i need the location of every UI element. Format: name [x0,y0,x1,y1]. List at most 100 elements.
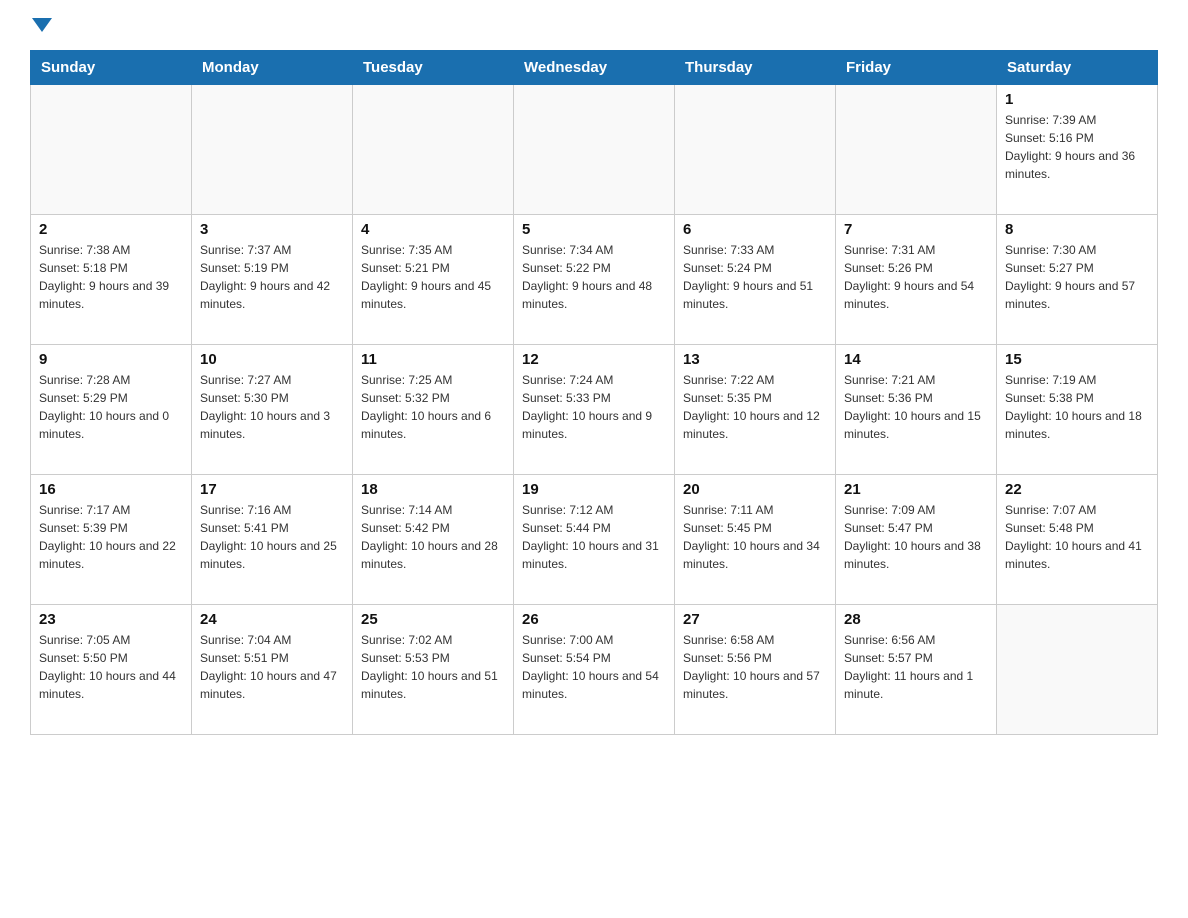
day-info: Sunrise: 7:27 AMSunset: 5:30 PMDaylight:… [200,371,344,443]
calendar-day-cell: 25 Sunrise: 7:02 AMSunset: 5:53 PMDayligh… [353,605,514,735]
calendar-day-cell: 6 Sunrise: 7:33 AMSunset: 5:24 PMDaylight… [675,215,836,345]
calendar-day-cell [353,85,514,215]
calendar-day-cell: 2 Sunrise: 7:38 AMSunset: 5:18 PMDaylight… [31,215,192,345]
day-number: 14 [844,351,988,368]
weekday-header-wednesday: Wednesday [514,51,675,85]
calendar-day-cell [192,85,353,215]
calendar-day-cell: 12 Sunrise: 7:24 AMSunset: 5:33 PMDayligh… [514,345,675,475]
page-header [30,20,1158,34]
weekday-header-row: SundayMondayTuesdayWednesdayThursdayFrid… [31,51,1158,85]
calendar-header: SundayMondayTuesdayWednesdayThursdayFrid… [31,51,1158,85]
day-info: Sunrise: 6:58 AMSunset: 5:56 PMDaylight:… [683,631,827,703]
logo-triangle-icon [32,18,52,32]
calendar-day-cell: 23 Sunrise: 7:05 AMSunset: 5:50 PMDayligh… [31,605,192,735]
day-number: 26 [522,611,666,628]
calendar-day-cell: 3Sunrise: 7:37 AMSunset: 5:19 PMDaylight… [192,215,353,345]
calendar-day-cell: 26 Sunrise: 7:00 AMSunset: 5:54 PMDayligh… [514,605,675,735]
day-number: 25 [361,611,505,628]
day-info: Sunrise: 7:30 AMSunset: 5:27 PMDaylight:… [1005,241,1149,313]
day-number: 22 [1005,481,1149,498]
day-info: Sunrise: 7:25 AMSunset: 5:32 PMDaylight:… [361,371,505,443]
day-info: Sunrise: 7:16 AMSunset: 5:41 PMDaylight:… [200,501,344,573]
day-number: 11 [361,351,505,368]
day-info: Sunrise: 7:19 AMSunset: 5:38 PMDaylight:… [1005,371,1149,443]
calendar-day-cell: 27Sunrise: 6:58 AMSunset: 5:56 PMDayligh… [675,605,836,735]
calendar-table: SundayMondayTuesdayWednesdayThursdayFrid… [30,50,1158,735]
weekday-header-monday: Monday [192,51,353,85]
day-info: Sunrise: 7:34 AMSunset: 5:22 PMDaylight:… [522,241,666,313]
day-info: Sunrise: 7:17 AMSunset: 5:39 PMDaylight:… [39,501,183,573]
day-number: 28 [844,611,988,628]
calendar-day-cell: 28 Sunrise: 6:56 AMSunset: 5:57 PMDayligh… [836,605,997,735]
day-info: Sunrise: 7:31 AMSunset: 5:26 PMDaylight:… [844,241,988,313]
day-info: Sunrise: 7:35 AMSunset: 5:21 PMDaylight:… [361,241,505,313]
day-number: 19 [522,481,666,498]
calendar-day-cell: 18 Sunrise: 7:14 AMSunset: 5:42 PMDayligh… [353,475,514,605]
weekday-header-thursday: Thursday [675,51,836,85]
day-number: 2 [39,221,183,238]
day-info: Sunrise: 7:00 AMSunset: 5:54 PMDaylight:… [522,631,666,703]
day-number: 7 [844,221,988,238]
calendar-day-cell: 22Sunrise: 7:07 AMSunset: 5:48 PMDayligh… [997,475,1158,605]
calendar-day-cell: 24 Sunrise: 7:04 AMSunset: 5:51 PMDayligh… [192,605,353,735]
day-number: 12 [522,351,666,368]
day-number: 21 [844,481,988,498]
day-number: 9 [39,351,183,368]
calendar-day-cell: 5 Sunrise: 7:34 AMSunset: 5:22 PMDaylight… [514,215,675,345]
day-number: 16 [39,481,183,498]
weekday-header-saturday: Saturday [997,51,1158,85]
calendar-day-cell [836,85,997,215]
calendar-day-cell: 21 Sunrise: 7:09 AMSunset: 5:47 PMDayligh… [836,475,997,605]
calendar-day-cell: 17Sunrise: 7:16 AMSunset: 5:41 PMDayligh… [192,475,353,605]
day-info: Sunrise: 7:21 AMSunset: 5:36 PMDaylight:… [844,371,988,443]
day-info: Sunrise: 7:28 AMSunset: 5:29 PMDaylight:… [39,371,183,443]
day-info: Sunrise: 6:56 AMSunset: 5:57 PMDaylight:… [844,631,988,703]
day-number: 15 [1005,351,1149,368]
calendar-day-cell: 10 Sunrise: 7:27 AMSunset: 5:30 PMDayligh… [192,345,353,475]
calendar-day-cell: 19Sunrise: 7:12 AMSunset: 5:44 PMDayligh… [514,475,675,605]
calendar-day-cell [31,85,192,215]
day-info: Sunrise: 7:33 AMSunset: 5:24 PMDaylight:… [683,241,827,313]
calendar-day-cell: 9 Sunrise: 7:28 AMSunset: 5:29 PMDaylight… [31,345,192,475]
day-number: 18 [361,481,505,498]
calendar-day-cell [514,85,675,215]
day-info: Sunrise: 7:39 AMSunset: 5:16 PMDaylight:… [1005,111,1149,183]
day-info: Sunrise: 7:22 AMSunset: 5:35 PMDaylight:… [683,371,827,443]
calendar-day-cell [675,85,836,215]
day-number: 5 [522,221,666,238]
day-number: 8 [1005,221,1149,238]
calendar-day-cell: 14 Sunrise: 7:21 AMSunset: 5:36 PMDayligh… [836,345,997,475]
day-number: 4 [361,221,505,238]
day-number: 10 [200,351,344,368]
calendar-day-cell: 13 Sunrise: 7:22 AMSunset: 5:35 PMDayligh… [675,345,836,475]
calendar-day-cell: 1 Sunrise: 7:39 AMSunset: 5:16 PMDaylight… [997,85,1158,215]
calendar-week-row: 1 Sunrise: 7:39 AMSunset: 5:16 PMDaylight… [31,85,1158,215]
day-number: 13 [683,351,827,368]
calendar-week-row: 9 Sunrise: 7:28 AMSunset: 5:29 PMDaylight… [31,345,1158,475]
day-info: Sunrise: 7:04 AMSunset: 5:51 PMDaylight:… [200,631,344,703]
day-info: Sunrise: 7:05 AMSunset: 5:50 PMDaylight:… [39,631,183,703]
calendar-day-cell: 4 Sunrise: 7:35 AMSunset: 5:21 PMDaylight… [353,215,514,345]
calendar-day-cell: 7 Sunrise: 7:31 AMSunset: 5:26 PMDaylight… [836,215,997,345]
day-info: Sunrise: 7:24 AMSunset: 5:33 PMDaylight:… [522,371,666,443]
day-info: Sunrise: 7:37 AMSunset: 5:19 PMDaylight:… [200,241,344,313]
calendar-week-row: 2 Sunrise: 7:38 AMSunset: 5:18 PMDaylight… [31,215,1158,345]
day-info: Sunrise: 7:02 AMSunset: 5:53 PMDaylight:… [361,631,505,703]
day-number: 1 [1005,91,1149,108]
day-info: Sunrise: 7:14 AMSunset: 5:42 PMDaylight:… [361,501,505,573]
calendar-day-cell: 15 Sunrise: 7:19 AMSunset: 5:38 PMDayligh… [997,345,1158,475]
day-info: Sunrise: 7:38 AMSunset: 5:18 PMDaylight:… [39,241,183,313]
logo [30,20,52,34]
calendar-day-cell: 11 Sunrise: 7:25 AMSunset: 5:32 PMDayligh… [353,345,514,475]
weekday-header-sunday: Sunday [31,51,192,85]
calendar-week-row: 16 Sunrise: 7:17 AMSunset: 5:39 PMDayligh… [31,475,1158,605]
calendar-week-row: 23 Sunrise: 7:05 AMSunset: 5:50 PMDayligh… [31,605,1158,735]
weekday-header-friday: Friday [836,51,997,85]
day-number: 24 [200,611,344,628]
day-number: 6 [683,221,827,238]
day-number: 20 [683,481,827,498]
day-number: 23 [39,611,183,628]
day-info: Sunrise: 7:09 AMSunset: 5:47 PMDaylight:… [844,501,988,573]
calendar-day-cell [997,605,1158,735]
calendar-body: 1 Sunrise: 7:39 AMSunset: 5:16 PMDaylight… [31,85,1158,735]
